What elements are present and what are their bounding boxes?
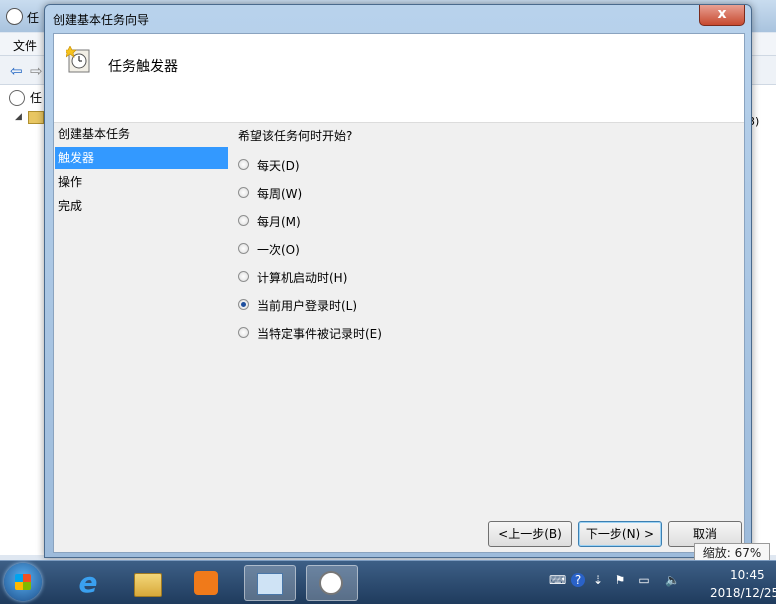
radio-button[interactable]: [238, 327, 249, 338]
folder-icon: [28, 111, 44, 124]
background-tree: 任 ◢: [0, 85, 45, 555]
trigger-options: 希望该任务何时开始? 每天(D) 每周(W) 每月(M) 一次(O) 计算机启动…: [238, 123, 738, 503]
dialog-title: 创建基本任务向导: [53, 13, 150, 27]
question-label: 希望该任务何时开始?: [238, 129, 353, 143]
next-button[interactable]: 下一步(N) >: [578, 521, 662, 547]
keyboard-icon[interactable]: ⌨: [549, 573, 566, 587]
option-label: 每天(D): [257, 159, 300, 173]
folder-icon: [134, 573, 162, 597]
radio-button[interactable]: [238, 271, 249, 282]
wizard-header: 任务触发器: [54, 34, 744, 123]
option-label: 当前用户登录时(L): [257, 299, 358, 313]
flag-icon[interactable]: ⚑: [613, 573, 627, 587]
back-arrow-icon[interactable]: ⇦: [10, 62, 23, 80]
taskbar-ie[interactable]: e: [62, 565, 114, 601]
radio-button[interactable]: [238, 243, 249, 254]
clock-icon: [6, 8, 23, 25]
radio-button[interactable]: [238, 187, 249, 198]
back-button[interactable]: <上一步(B): [488, 521, 572, 547]
close-icon: x: [717, 6, 727, 22]
option-label: 计算机启动时(H): [257, 271, 348, 285]
media-player-icon: [194, 571, 218, 595]
taskbar-control-panel[interactable]: [244, 565, 296, 601]
option-label: 当特定事件被记录时(E): [257, 327, 382, 341]
task-clock-icon: [66, 46, 90, 73]
background-title: 任: [27, 11, 40, 25]
system-tray: ⌨ ? ⇣ ⚑ ▭ 🔈: [545, 569, 705, 597]
radio-button-selected[interactable]: [238, 299, 249, 310]
clock-icon: [9, 90, 25, 106]
download-icon[interactable]: ⇣: [591, 573, 605, 587]
menu-file[interactable]: 文件: [13, 37, 37, 54]
dialog-client: 任务触发器 创建基本任务 触发器 操作 完成 希望该任务何时开始? 每天(D) …: [53, 33, 745, 553]
network-icon[interactable]: ▭: [637, 573, 651, 587]
step-action[interactable]: 操作: [55, 171, 228, 193]
internet-explorer-icon: e: [78, 566, 98, 599]
tree-item-label[interactable]: 任: [30, 89, 42, 106]
start-button[interactable]: [4, 563, 42, 601]
radio-button[interactable]: [238, 159, 249, 170]
wizard-steps: 创建基本任务 触发器 操作 完成: [54, 123, 229, 523]
tree-expand-icon[interactable]: ◢: [15, 112, 22, 122]
step-trigger[interactable]: 触发器: [55, 147, 228, 169]
help-icon[interactable]: ?: [571, 573, 585, 587]
clock-date[interactable]: 2018/12/25: [710, 586, 776, 600]
taskbar-explorer[interactable]: [122, 565, 174, 601]
step-create-basic-task[interactable]: 创建基本任务: [55, 123, 228, 145]
taskbar: e ⌨ ? ⇣ ⚑ ▭ 🔈: [0, 560, 776, 604]
taskbar-media-player[interactable]: [182, 565, 234, 601]
step-finish[interactable]: 完成: [55, 195, 228, 217]
clock-icon: [319, 571, 343, 595]
clock-time[interactable]: 10:45: [730, 568, 765, 582]
close-button[interactable]: x: [699, 5, 745, 26]
option-label: 每周(W): [257, 187, 303, 201]
volume-icon[interactable]: 🔈: [665, 573, 680, 587]
forward-arrow-icon[interactable]: ⇨: [30, 62, 43, 80]
option-label: 每月(M): [257, 215, 301, 229]
taskbar-task-scheduler[interactable]: [306, 565, 358, 601]
wizard-dialog: 创建基本任务向导 x 任务触发器 创建基本任务 触发器 操作 完成 希望该任务何…: [44, 4, 752, 558]
page-title: 任务触发器: [108, 59, 178, 75]
radio-button[interactable]: [238, 215, 249, 226]
option-label: 一次(O): [257, 243, 300, 257]
control-panel-icon: [257, 573, 283, 595]
